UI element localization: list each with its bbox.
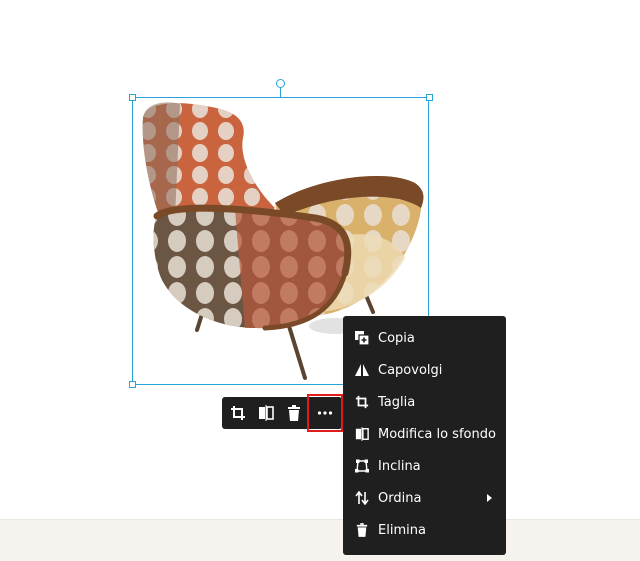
context-menu: Copia Capovolgi Taglia Modifica lo sfond… bbox=[343, 316, 506, 555]
menu-item-label: Elimina bbox=[378, 522, 426, 538]
crop-button[interactable] bbox=[224, 397, 252, 429]
resize-handle-bottom-left[interactable] bbox=[129, 381, 136, 388]
menu-item-label: Taglia bbox=[378, 394, 416, 410]
menu-item-label: Modifica lo sfondo bbox=[378, 426, 496, 442]
edit-background-icon bbox=[354, 426, 370, 442]
resize-handle-top-right[interactable] bbox=[426, 94, 433, 101]
rotate-handle-line bbox=[280, 87, 281, 97]
more-icon bbox=[317, 411, 333, 415]
flip-icon bbox=[354, 362, 370, 378]
menu-item-label: Copia bbox=[378, 330, 415, 346]
menu-item-label: Capovolgi bbox=[378, 362, 443, 378]
crop-icon bbox=[231, 406, 245, 420]
trash-icon bbox=[288, 405, 300, 421]
sort-icon bbox=[354, 490, 370, 506]
bottom-strip bbox=[0, 519, 640, 561]
more-options-button[interactable] bbox=[307, 394, 343, 432]
rotate-handle[interactable] bbox=[276, 79, 285, 88]
menu-item-edit-background[interactable]: Modifica lo sfondo bbox=[343, 418, 506, 450]
menu-item-crop[interactable]: Taglia bbox=[343, 386, 506, 418]
delete-button[interactable] bbox=[280, 397, 308, 429]
menu-item-flip[interactable]: Capovolgi bbox=[343, 354, 506, 386]
resize-handle-top-left[interactable] bbox=[129, 94, 136, 101]
edit-background-button[interactable] bbox=[252, 397, 280, 429]
menu-item-sort[interactable]: Ordina bbox=[343, 482, 506, 514]
menu-item-copy[interactable]: Copia bbox=[343, 322, 506, 354]
trash-icon bbox=[354, 522, 370, 538]
skew-icon bbox=[354, 458, 370, 474]
menu-item-delete[interactable]: Elimina bbox=[343, 514, 506, 546]
image-toolbar bbox=[222, 394, 343, 432]
crop-icon bbox=[354, 394, 370, 410]
menu-item-label: Inclina bbox=[378, 458, 421, 474]
menu-item-skew[interactable]: Inclina bbox=[343, 450, 506, 482]
copy-icon bbox=[354, 330, 370, 346]
edit-background-icon bbox=[259, 405, 274, 421]
menu-item-label: Ordina bbox=[378, 490, 422, 506]
submenu-arrow-icon bbox=[487, 494, 492, 502]
